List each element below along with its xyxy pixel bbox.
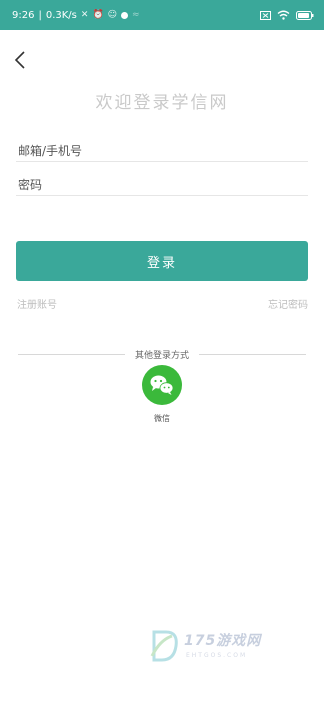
wechat-label: 微信 <box>154 414 170 423</box>
divider-line-left <box>18 353 125 355</box>
chevron-left-icon <box>14 51 25 69</box>
watermark-text: 175游戏网 <box>184 633 262 649</box>
status-bar: 9:26 | 0.3K/s ✕ ⏰ ☺ ≈ <box>0 0 324 30</box>
status-time: 9:26 <box>12 9 35 21</box>
username-input[interactable] <box>16 140 312 162</box>
divider-line-right <box>199 353 307 355</box>
password-field-wrapper <box>16 174 312 196</box>
watermark-subtext: EHTGOS.COM <box>186 652 248 659</box>
username-field-wrapper <box>16 140 312 162</box>
signal-icon: ≈ <box>132 10 140 20</box>
forgot-password-link[interactable]: 忘记密码 <box>268 296 308 311</box>
page-title: 欢迎登录学信网 <box>95 93 229 113</box>
status-right <box>260 10 314 20</box>
network-speed: 0.3K/s <box>45 9 77 21</box>
alarm-icon: ⏰ <box>92 10 104 20</box>
mute-icon: ✕ <box>80 10 89 20</box>
close-box-icon <box>260 10 271 20</box>
back-button[interactable] <box>14 50 34 72</box>
app-icon: ☺ <box>107 10 118 20</box>
register-link[interactable]: 注册账号 <box>17 296 57 311</box>
other-login-label: 其他登录方式 <box>135 350 190 361</box>
wechat-icon <box>150 375 174 395</box>
separator: | <box>38 9 42 21</box>
other-login-divider: 其他登录方式 <box>18 347 307 361</box>
wechat-login-button[interactable] <box>142 365 182 405</box>
login-button[interactable]: 登录 <box>16 241 308 281</box>
status-left: 9:26 | 0.3K/s ✕ ⏰ ☺ ≈ <box>12 10 140 21</box>
watermark-logo: 175游戏网 EHTGOS.COM <box>150 626 280 668</box>
battery-icon <box>296 10 314 20</box>
wifi-icon <box>277 10 290 20</box>
password-input[interactable] <box>16 174 312 196</box>
circle-icon <box>121 11 129 19</box>
watermark-icon <box>150 630 178 662</box>
